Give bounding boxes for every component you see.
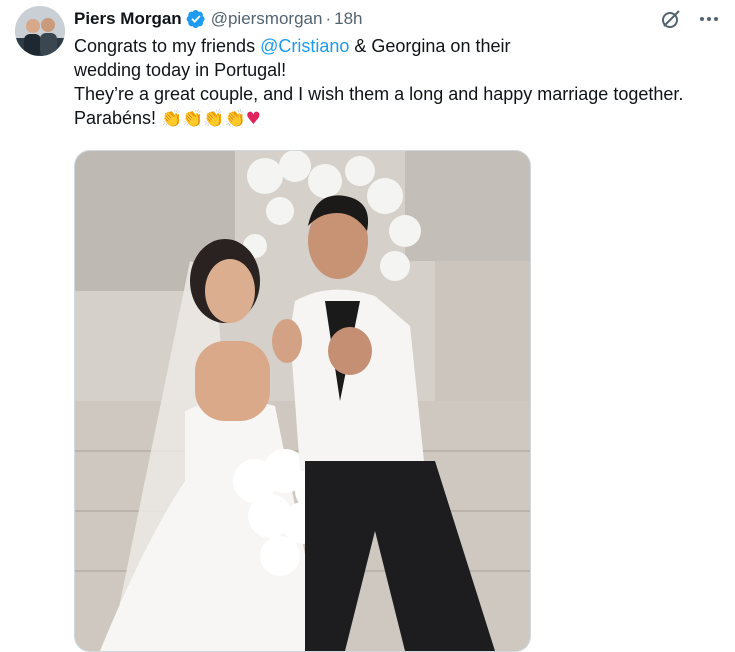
verified-badge-icon[interactable] [186, 9, 206, 29]
tweet-text-line-3: They’re a great couple, and I wish them … [74, 84, 684, 104]
author-avatar[interactable] [15, 6, 65, 56]
tweet-text: Congrats to my friends @Cristiano & Geor… [74, 34, 724, 131]
tweet-timestamp[interactable]: 18h [334, 9, 362, 29]
tweet-header: Piers Morgan @piersmorgan · 18h [74, 6, 363, 32]
mention-link[interactable]: @Cristiano [260, 36, 349, 56]
tweet-actions [659, 7, 721, 31]
author-name[interactable]: Piers Morgan [74, 9, 182, 29]
tweet-text-line-2: wedding today in Portugal! [74, 60, 287, 80]
grok-icon[interactable] [659, 7, 683, 31]
heart-emoji: ♥ [245, 109, 261, 129]
wedding-photo [75, 151, 530, 651]
clap-emojis: 👏👏👏👏 [161, 109, 246, 129]
text-segment: Parabéns! [74, 108, 162, 128]
author-handle[interactable]: @piersmorgan [211, 9, 323, 29]
tweet-text-line-1: Congrats to my friends @Cristiano & Geor… [74, 34, 724, 58]
more-horizontal-icon[interactable] [697, 7, 721, 31]
tweet-text-line-4: Parabéns! 👏👏👏👏♥ [74, 106, 724, 131]
tweet-media-photo[interactable] [74, 150, 531, 652]
separator-dot: · [325, 9, 332, 28]
text-segment: & Georgina on their [349, 36, 511, 56]
text-segment: Congrats to my friends [74, 36, 261, 56]
avatar-image [15, 6, 65, 56]
